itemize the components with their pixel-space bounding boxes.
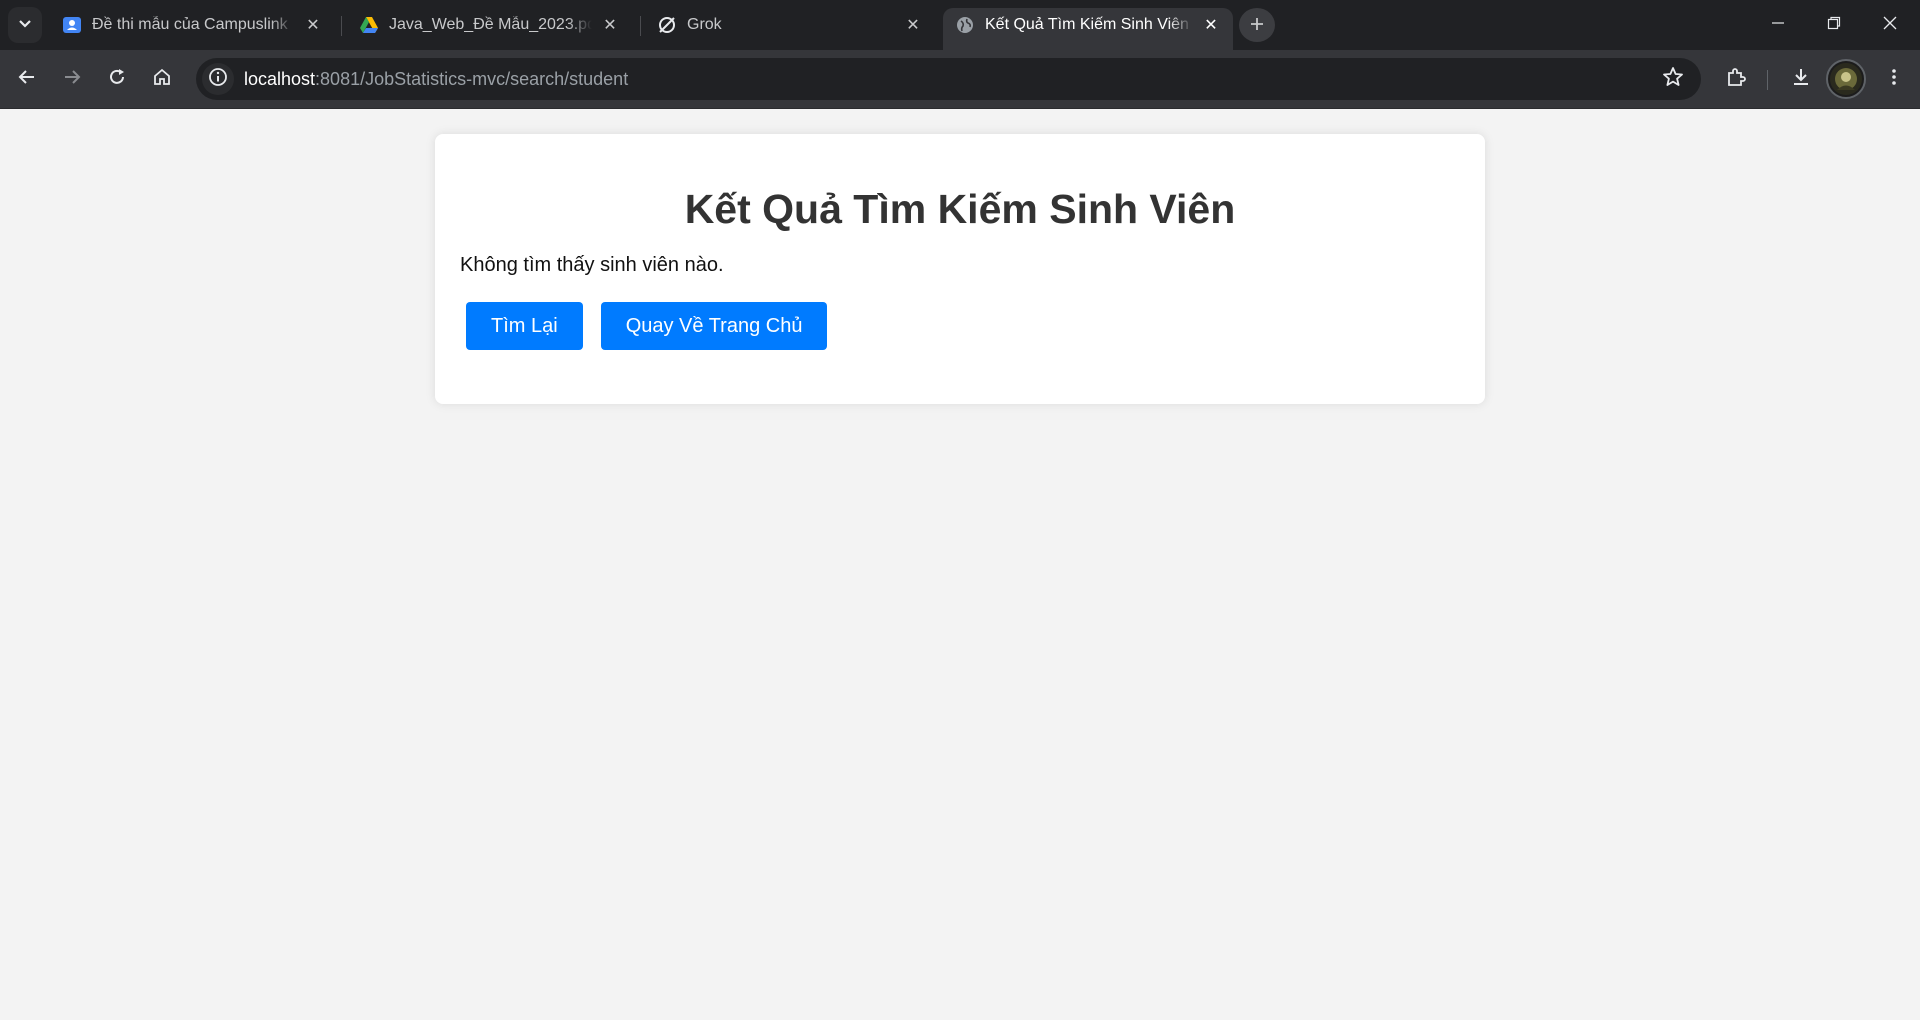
globe-icon [955, 15, 975, 35]
extensions-button[interactable] [1718, 61, 1754, 97]
site-info-button[interactable] [202, 63, 234, 95]
back-home-button[interactable]: Quay Về Trang Chủ [600, 302, 828, 350]
google-drive-icon [359, 15, 379, 35]
tab-title: Kết Quả Tìm Kiếm Sinh Viên [985, 16, 1189, 33]
close-window-button[interactable] [1862, 0, 1918, 50]
grok-icon [657, 15, 677, 35]
url-path: :8081/JobStatistics-mvc/search/student [315, 68, 629, 89]
close-icon[interactable]: ✕ [303, 15, 323, 35]
home-button[interactable] [144, 61, 180, 97]
tab-strip: Đề thi mẫu của Campuslink ✕ Java_Web_Đề … [0, 0, 1920, 50]
star-icon [1662, 66, 1684, 93]
puzzle-icon [1725, 66, 1747, 93]
close-icon[interactable]: ✕ [903, 15, 923, 35]
browser-toolbar: localhost:8081/JobStatistics-mvc/search/… [0, 50, 1920, 109]
close-icon [1883, 16, 1897, 35]
tab-separator [640, 16, 641, 36]
menu-button[interactable] [1876, 61, 1912, 97]
action-buttons: Tìm Lại Quay Về Trang Chủ [460, 302, 1460, 350]
download-icon [1790, 66, 1812, 93]
more-vertical-icon [1884, 67, 1904, 92]
page-viewport: Kết Quả Tìm Kiếm Sinh Viên Không tìm thấ… [0, 109, 1920, 1020]
tab-separator [341, 16, 342, 36]
address-bar[interactable]: localhost:8081/JobStatistics-mvc/search/… [196, 58, 1701, 100]
tab-title: Grok [687, 16, 722, 33]
tab-grok[interactable]: Grok ✕ [645, 8, 935, 42]
info-icon [208, 67, 228, 92]
result-card: Kết Quả Tìm Kiếm Sinh Viên Không tìm thấ… [435, 134, 1485, 404]
url-text[interactable]: localhost:8081/JobStatistics-mvc/search/… [244, 69, 628, 90]
no-result-message: Không tìm thấy sinh viên nào. [460, 254, 724, 276]
toolbar-divider [1767, 70, 1768, 90]
home-icon [152, 67, 172, 92]
tab-title: Đề thi mẫu của Campuslink [92, 16, 288, 33]
profile-avatar[interactable] [1826, 59, 1866, 99]
arrow-right-icon [62, 67, 82, 92]
plus-icon [1249, 13, 1265, 37]
chevron-down-icon [17, 15, 33, 36]
arrow-left-icon [17, 67, 37, 92]
tab-title: Java_Web_Đề Mẫu_2023.pdf - G [389, 16, 592, 33]
tab-student-search-result[interactable]: Kết Quả Tìm Kiếm Sinh Viên ✕ [943, 8, 1233, 50]
tab-campuslink[interactable]: Đề thi mẫu của Campuslink ✕ [50, 8, 335, 42]
new-tab-button[interactable] [1239, 8, 1275, 42]
restore-icon [1827, 16, 1841, 35]
reload-icon [107, 67, 127, 92]
back-button[interactable] [9, 61, 45, 97]
tab-google-drive-pdf[interactable]: Java_Web_Đề Mẫu_2023.pdf - G ✕ [347, 8, 632, 42]
page-title: Kết Quả Tìm Kiếm Sinh Viên [684, 186, 1236, 232]
reload-button[interactable] [99, 61, 135, 97]
close-icon[interactable]: ✕ [600, 15, 620, 35]
url-host: localhost [244, 68, 316, 89]
restore-button[interactable] [1806, 0, 1862, 50]
tab-search-button[interactable] [8, 7, 42, 43]
contact-card-icon [62, 15, 82, 35]
bookmark-button[interactable] [1655, 61, 1691, 97]
close-icon[interactable]: ✕ [1201, 15, 1221, 35]
minimize-icon [1771, 16, 1785, 35]
downloads-button[interactable] [1783, 61, 1819, 97]
minimize-button[interactable] [1750, 0, 1806, 50]
retry-search-button[interactable]: Tìm Lại [466, 302, 583, 350]
forward-button[interactable] [54, 61, 90, 97]
